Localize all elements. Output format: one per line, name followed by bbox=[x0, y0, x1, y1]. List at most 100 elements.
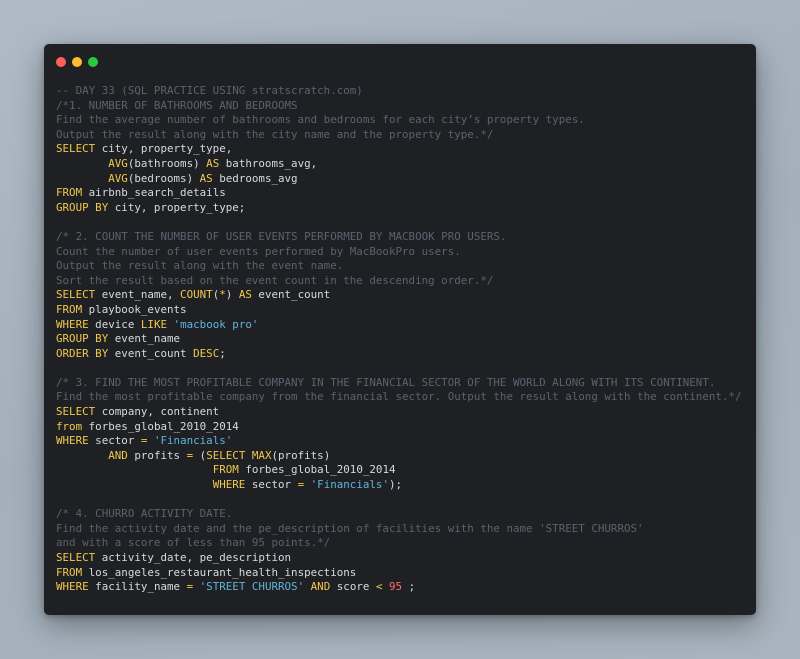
code-token-plain: event_name, bbox=[95, 288, 181, 302]
code-token-plain: forbes_global_2010_2014 bbox=[238, 463, 396, 477]
code-token-keyword: LIKE bbox=[140, 317, 168, 331]
code-line: /* 4. CHURRO ACTIVITY DATE. bbox=[56, 507, 756, 522]
code-window: -- DAY 33 (SQL PRACTICE USING stratscrat… bbox=[44, 44, 756, 615]
code-token-plain: ); bbox=[388, 478, 403, 492]
code-token-keyword: WHERE bbox=[56, 434, 89, 448]
code-line: FROM airbnb_search_details bbox=[56, 186, 756, 201]
code-token-keyword: AND bbox=[310, 580, 331, 594]
code-token-comment: Find the activity date and the pe_descri… bbox=[56, 521, 644, 535]
code-token-plain: event_count bbox=[251, 288, 331, 302]
code-token-keyword: SELECT bbox=[56, 551, 96, 564]
code-line: GROUP BY event_name bbox=[56, 332, 756, 347]
code-line: WHERE facility_name = 'STREET CHURROS' A… bbox=[56, 580, 756, 595]
code-token-keyword: FROM bbox=[56, 302, 83, 316]
code-token-string: 'Financials' bbox=[310, 478, 389, 492]
code-block[interactable]: -- DAY 33 (SQL PRACTICE USING stratscrat… bbox=[56, 84, 756, 595]
code-token-comment: /* 4. CHURRO ACTIVITY DATE. bbox=[56, 507, 233, 521]
code-line: FROM los_angeles_restaurant_health_inspe… bbox=[56, 566, 756, 581]
code-token-plain: device bbox=[88, 317, 141, 331]
code-token-keyword: AND bbox=[108, 448, 128, 462]
code-line: Output the result along with the city na… bbox=[56, 128, 756, 143]
code-token-comment: Output the result along with the event n… bbox=[56, 259, 344, 273]
code-token-plain: los_angeles_restaurant_health_inspection… bbox=[82, 565, 357, 579]
code-line: WHERE device LIKE 'macbook pro' bbox=[56, 318, 756, 333]
code-line: -- DAY 33 (SQL PRACTICE USING stratscrat… bbox=[56, 84, 756, 99]
code-token-comment: /* 2. COUNT THE NUMBER OF USER EVENTS PE… bbox=[56, 229, 507, 243]
code-token-keyword: GROUP BY bbox=[56, 200, 109, 214]
code-token-keyword: FROM bbox=[56, 186, 83, 200]
code-line: SELECT city, property_type, bbox=[56, 142, 756, 157]
code-line: Output the result along with the event n… bbox=[56, 259, 756, 274]
code-line: GROUP BY city, property_type; bbox=[56, 201, 756, 216]
code-token-plain: (bathrooms) bbox=[127, 156, 207, 170]
code-line: ORDER BY event_count DESC; bbox=[56, 347, 756, 362]
code-token-keyword: WHERE bbox=[56, 580, 89, 594]
code-token-plain: airbnb_search_details bbox=[82, 186, 226, 200]
code-token-comment: Find the most profitable company from th… bbox=[56, 390, 742, 404]
code-token-plain: ; bbox=[219, 346, 226, 360]
code-token-plain: bedrooms_avg bbox=[212, 171, 298, 185]
code-line: Sort the result based on the event count… bbox=[56, 274, 756, 289]
code-token-keyword: SELECT bbox=[56, 288, 96, 302]
code-token-plain: company, continent bbox=[95, 405, 220, 419]
code-line: FROM forbes_global_2010_2014 bbox=[56, 463, 756, 478]
code-token-keyword: DESC bbox=[193, 346, 220, 360]
code-line: /* 2. COUNT THE NUMBER OF USER EVENTS PE… bbox=[56, 230, 756, 245]
code-token-plain: bathrooms_avg, bbox=[219, 156, 318, 170]
code-token-comment: Sort the result based on the event count… bbox=[56, 273, 494, 287]
code-token-keyword: SELECT bbox=[206, 448, 246, 462]
code-line: SELECT event_name, COUNT(*) AS event_cou… bbox=[56, 288, 756, 303]
code-token-keyword: AS bbox=[238, 288, 252, 302]
window-titlebar bbox=[44, 44, 756, 78]
close-button[interactable] bbox=[56, 57, 66, 67]
code-token-plain: city, property_type; bbox=[108, 200, 246, 214]
code-token-keyword: from bbox=[56, 419, 83, 433]
code-token-plain: score bbox=[330, 580, 376, 594]
code-line: /*1. NUMBER OF BATHROOMS AND BEDROOMS bbox=[56, 99, 756, 114]
code-line: Count the number of user events performe… bbox=[56, 245, 756, 260]
code-line: SELECT company, continent bbox=[56, 405, 756, 420]
code-line: from forbes_global_2010_2014 bbox=[56, 420, 756, 435]
code-token-string: 'Financials' bbox=[153, 434, 233, 448]
code-token-keyword: FROM bbox=[212, 463, 239, 477]
code-token-plain: profits bbox=[127, 448, 187, 462]
code-line: /* 3. FIND THE MOST PROFITABLE COMPANY I… bbox=[56, 376, 756, 391]
maximize-button[interactable] bbox=[88, 57, 98, 67]
minimize-button[interactable] bbox=[72, 57, 82, 67]
code-token-keyword: SELECT bbox=[56, 405, 96, 419]
code-token-plain: activity_date, pe_description bbox=[95, 551, 292, 564]
code-token-comment: /* 3. FIND THE MOST PROFITABLE COMPANY I… bbox=[56, 375, 716, 389]
code-line: AVG(bedrooms) AS bedrooms_avg bbox=[56, 172, 756, 187]
code-token-plain: event_name bbox=[108, 332, 181, 346]
code-token-plain: city, property_type, bbox=[95, 142, 233, 156]
code-token-plain: (bedrooms) bbox=[127, 171, 200, 185]
code-token-plain: (profits) bbox=[271, 448, 331, 462]
code-line: Find the average number of bathrooms and… bbox=[56, 113, 756, 128]
code-token-func: AVG bbox=[108, 156, 128, 170]
code-token-func: MAX bbox=[251, 448, 272, 462]
code-token-keyword: SELECT bbox=[56, 142, 96, 156]
code-token-plain: event_count bbox=[108, 346, 194, 360]
code-token-keyword: AS bbox=[206, 156, 220, 170]
code-token-plain: facility_name bbox=[88, 580, 187, 594]
code-token-string: 'macbook pro' bbox=[173, 317, 259, 331]
code-token-comment: Find the average number of bathrooms and… bbox=[56, 113, 585, 127]
code-token-comment: and with a score of less than 95 points.… bbox=[56, 536, 331, 550]
code-token-plain: ; bbox=[402, 580, 416, 594]
code-token-keyword: ORDER BY bbox=[56, 346, 109, 360]
code-token-plain: forbes_global_2010_2014 bbox=[82, 419, 239, 433]
code-line: AVG(bathrooms) AS bathrooms_avg, bbox=[56, 157, 756, 172]
code-line: AND profits = (SELECT MAX(profits) bbox=[56, 449, 756, 464]
code-token-comment: /*1. NUMBER OF BATHROOMS AND BEDROOMS bbox=[56, 98, 298, 112]
code-token-keyword: GROUP BY bbox=[56, 332, 109, 346]
code-token-comment: Output the result along with the city na… bbox=[56, 127, 494, 141]
code-line: WHERE sector = 'Financials'); bbox=[56, 478, 756, 493]
